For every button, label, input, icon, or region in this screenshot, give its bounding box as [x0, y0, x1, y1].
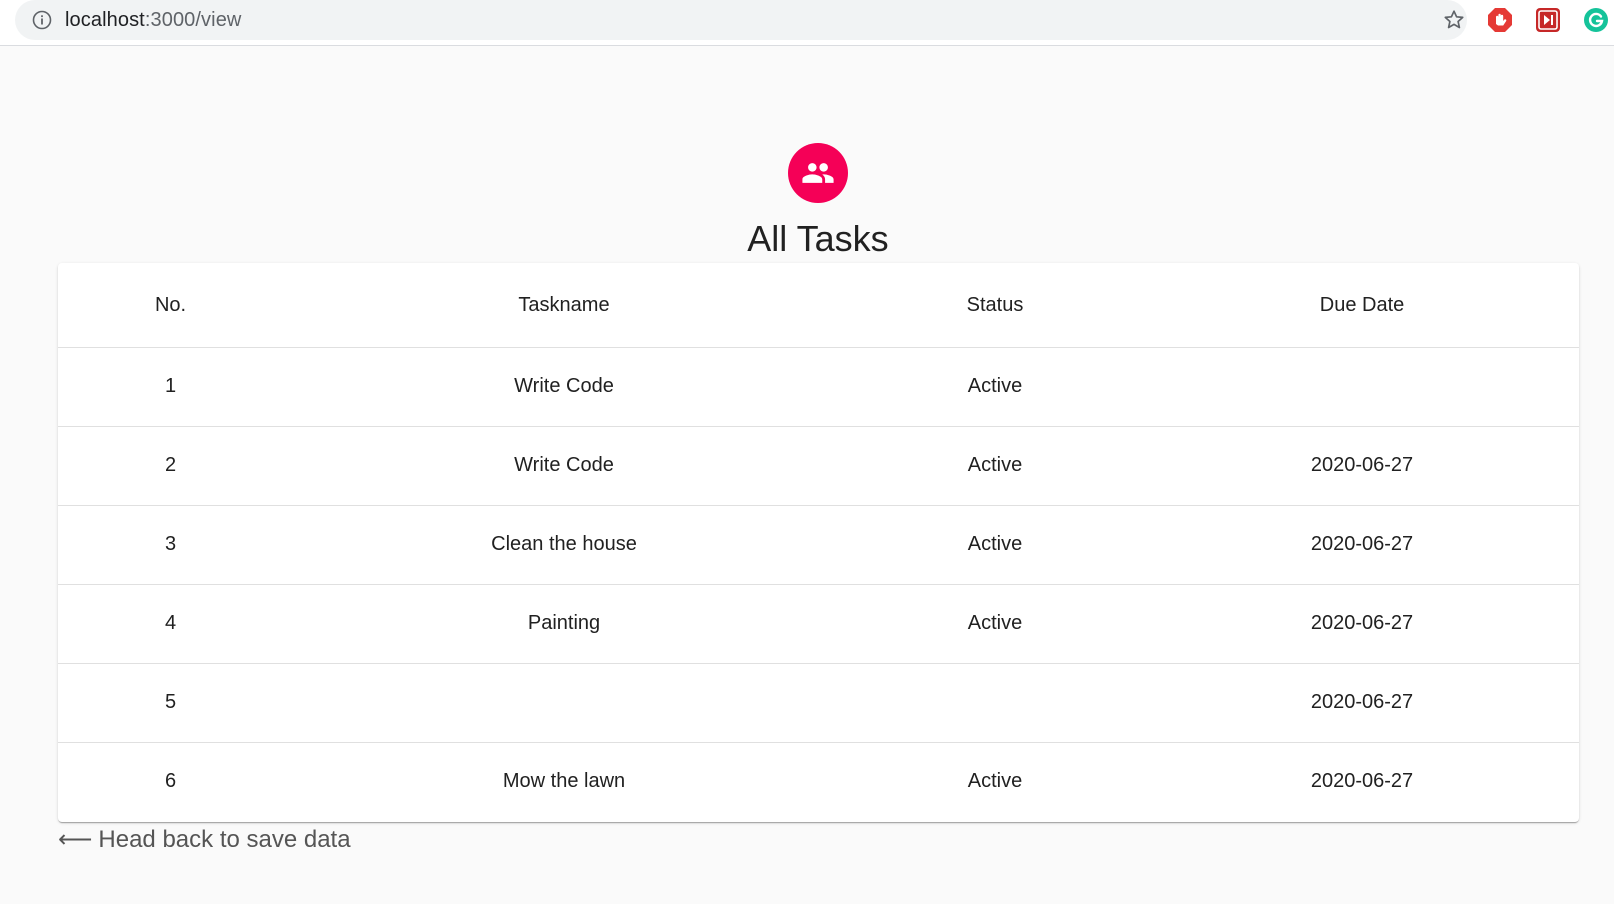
adblock-extension-icon[interactable] [1487, 7, 1513, 33]
cell-taskname: Mow the lawn [502, 770, 626, 793]
tasks-table: No. Taskname Status Due Date 1 Write Cod… [58, 263, 1579, 821]
star-icon[interactable] [1442, 8, 1466, 32]
address-bar[interactable]: localhost:3000/view [15, 0, 1467, 40]
table-row: 6 Mow the lawn Active 2020-06-27 [58, 742, 1579, 821]
cell-taskname: Write Code [283, 347, 845, 427]
cell-no: 5 [58, 663, 283, 743]
column-header-taskname: Taskname [283, 263, 845, 348]
table-header-row: No. Taskname Status Due Date [58, 263, 1579, 348]
cell-no: 2 [58, 426, 283, 506]
grammarly-extension-icon[interactable] [1583, 7, 1609, 33]
video-extension-icon[interactable] [1535, 7, 1561, 33]
cell-taskname: Write Code [283, 426, 845, 506]
url-host: localhost [65, 9, 145, 31]
cell-status: Active [967, 770, 1023, 793]
cell-taskname [283, 663, 845, 743]
cell-due-date: 2020-06-27 [1145, 426, 1579, 506]
avatar [788, 143, 848, 203]
cell-no: 6 [164, 770, 177, 793]
column-header-no: No. [58, 263, 283, 348]
info-icon[interactable] [32, 10, 52, 30]
page-title: All Tasks [747, 218, 889, 259]
back-link-label: Head back to save data [98, 826, 351, 853]
cell-no: 4 [58, 584, 283, 664]
cell-due-date: 2020-06-27 [1145, 505, 1579, 585]
cell-due-date: 2020-06-27 [1145, 663, 1579, 743]
column-header-due-date: Due Date [1145, 263, 1579, 348]
table-row: 4 Painting Active 2020-06-27 [58, 584, 1579, 664]
back-link[interactable]: ⟵ Head back to save data [58, 825, 351, 854]
cell-due-date: 2020-06-27 [1310, 770, 1414, 793]
url-text[interactable]: localhost:3000/view [65, 9, 241, 32]
browser-toolbar: localhost:3000/view [0, 0, 1614, 46]
table-row: 5 2020-06-27 [58, 663, 1579, 743]
cell-status: Active [845, 347, 1145, 427]
cell-status: Active [845, 426, 1145, 506]
cell-taskname: Clean the house [283, 505, 845, 585]
table-row: 2 Write Code Active 2020-06-27 [58, 426, 1579, 506]
cell-due-date [1145, 347, 1579, 427]
cell-status [845, 663, 1145, 743]
cell-due-date: 2020-06-27 [1145, 584, 1579, 664]
tasks-table-container: No. Taskname Status Due Date 1 Write Cod… [58, 263, 1579, 822]
cell-no: 1 [58, 347, 283, 427]
cell-status: Active [845, 505, 1145, 585]
column-header-status: Status [845, 263, 1145, 348]
people-icon [802, 163, 834, 183]
table-row: 3 Clean the house Active 2020-06-27 [58, 505, 1579, 585]
table-row: 1 Write Code Active [58, 347, 1579, 427]
cell-taskname: Painting [283, 584, 845, 664]
cell-status: Active [845, 584, 1145, 664]
arrow-left-icon: ⟵ [58, 826, 93, 853]
cell-no: 3 [58, 505, 283, 585]
url-path: :3000/view [144, 9, 242, 31]
